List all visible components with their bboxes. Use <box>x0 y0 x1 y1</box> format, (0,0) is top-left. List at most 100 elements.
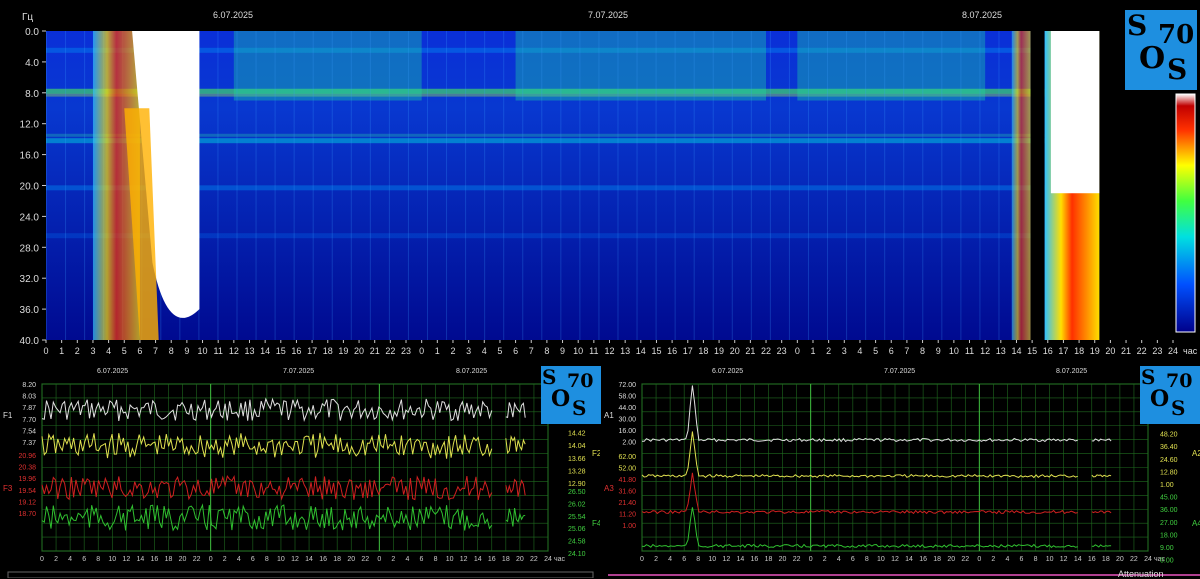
freq-right-tick-f2: 13.66 <box>568 456 586 463</box>
logo-left-s1: S <box>542 365 557 389</box>
spectrogram-streak <box>484 31 486 340</box>
amp-series-label: A3 <box>604 484 614 493</box>
logo-s1: S <box>1127 9 1148 42</box>
amp-right-tick: 36.40 <box>1160 444 1178 451</box>
amp-left-tick-a1: 72.00 <box>618 382 636 389</box>
panel-x-tick-label: 10 <box>108 556 116 563</box>
spectrogram-x-ticks: 0 1 2 3 4 5 6 7 8 9 10 11 12 13 14 15 16 17 18 19 20 21 22 23 0 1… <box>43 340 1198 356</box>
spectrogram-streak <box>369 31 371 340</box>
spectrogram-x-tick-label: 22 <box>761 346 771 356</box>
spectrogram-streak <box>426 31 428 340</box>
panel-x-tick-label: 18 <box>1102 556 1110 563</box>
spectrogram-streak <box>65 31 67 340</box>
sos70-logo-left: S 70 O S <box>541 366 601 424</box>
panel-x-tick-label: 4 <box>237 556 241 563</box>
spectrogram-x-tick-label: 14 <box>1011 346 1021 356</box>
panel-x-tick-label: 16 <box>488 556 496 563</box>
panel-x-tick-label: 2 <box>991 556 995 563</box>
spectrogram-x-tick-label: 17 <box>1058 346 1068 356</box>
spectrogram-active-segment <box>797 31 986 101</box>
panel-x-tick-label: 10 <box>708 556 716 563</box>
panel-x-tick-label: 8 <box>1034 556 1038 563</box>
spectrogram-y-tick-label: 4.0 <box>25 58 39 69</box>
amp-left-tick-a3: 1.00 <box>622 523 636 530</box>
spectrogram-x-tick-label: 23 <box>777 346 787 356</box>
spectrogram-y-tick-label: 20.0 <box>20 182 40 193</box>
panel-x-tick-label: 18 <box>933 556 941 563</box>
spectrogram-band <box>46 185 1173 191</box>
spectrogram-x-tick-label: 16 <box>667 346 677 356</box>
spectrogram-y-tick-label: 40.0 <box>20 336 40 347</box>
spectrogram-streak <box>465 31 467 340</box>
panel-x-tick-label: 22 <box>1130 556 1138 563</box>
spectrogram-streak <box>903 31 905 340</box>
freq-left-tick-f1: 7.54 <box>22 428 36 435</box>
spectrogram-x-unit: час <box>1183 346 1198 356</box>
spectrogram-x-tick-label: 8 <box>920 346 925 356</box>
panel-x-tick-label: 8 <box>96 556 100 563</box>
panel-x-tick-label: 0 <box>377 556 381 563</box>
panel-x-tick-label: 12 <box>291 556 299 563</box>
logo-left-s2: S <box>572 396 587 420</box>
freq-right-tick-f2: 13.28 <box>568 468 586 475</box>
freq-right-tick-f4: 25.54 <box>568 514 586 521</box>
freq-date-2: 7.07.2025 <box>283 368 315 375</box>
spectrogram-x-tick-label: 3 <box>842 346 847 356</box>
spectrogram-band <box>46 133 1173 137</box>
amp-series-label: A1 <box>604 411 614 420</box>
panel-x-tick-label: 10 <box>277 556 285 563</box>
panel-x-tick-label: 4 <box>68 556 72 563</box>
spectrogram-x-tick-label: 8 <box>544 346 549 356</box>
spectrogram-x-tick-label: 0 <box>419 346 424 356</box>
spectrogram-x-tick-label: 9 <box>184 346 189 356</box>
amp-right-tick: 45.00 <box>1160 495 1178 502</box>
spectrogram-streak <box>750 31 752 340</box>
panel-x-tick-label: 22 <box>193 556 201 563</box>
spectrogram-x-tick-label: 13 <box>996 346 1006 356</box>
panel-x-tick-label: 20 <box>516 556 524 563</box>
panel-x-unit: час <box>554 556 566 563</box>
spectrogram-x-tick-label: 21 <box>370 346 380 356</box>
spectrogram-x-tick-label: 6 <box>513 346 518 356</box>
freq-right-tick-f4: 25.06 <box>568 526 586 533</box>
amp-right-tick: 24.60 <box>1160 457 1178 464</box>
spectrogram-streak <box>788 31 790 340</box>
panel-x-tick-label: 14 <box>474 556 482 563</box>
spectrogram-x-tick-label: 12 <box>980 346 990 356</box>
spectrogram-streak <box>846 31 848 340</box>
spectrogram-saturated-region-late <box>1050 31 1100 194</box>
spectrogram-x-tick-label: 6 <box>889 346 894 356</box>
spectrogram-gap <box>1030 31 1045 340</box>
spectrogram-x-tick-label: 19 <box>714 346 724 356</box>
panel-x-tick-label: 4 <box>405 556 409 563</box>
spectrogram-x-tick-label: 5 <box>497 346 502 356</box>
freq-right-tick-f2: 14.42 <box>568 431 586 438</box>
spectrogram-x-tick-label: 11 <box>214 346 223 356</box>
panel-x-tick-label: 16 <box>1088 556 1096 563</box>
spectrogram-x-tick-label: 15 <box>651 346 661 356</box>
spectrogram-x-tick-label: 0 <box>795 346 800 356</box>
spectrogram-x-tick-label: 1 <box>59 346 64 356</box>
amp-left-tick-a1: 16.00 <box>618 428 636 435</box>
spectrogram-streak <box>674 31 676 340</box>
spectrogram-x-tick-label: 12 <box>229 346 239 356</box>
panel-x-tick-label: 6 <box>851 556 855 563</box>
spectrogram-streak <box>293 31 295 340</box>
panel-x-tick-label: 4 <box>668 556 672 563</box>
amp-left-tick-a3: 11.20 <box>619 512 636 519</box>
spectrogram-x-tick-label: 1 <box>810 346 815 356</box>
amp-date-3: 8.07.2025 <box>1056 368 1088 375</box>
spectrogram-x-tick-label: 22 <box>385 346 395 356</box>
panel-x-tick-label: 20 <box>347 556 355 563</box>
spectrogram-y-tick-label: 28.0 <box>20 243 40 254</box>
spectrogram-x-tick-label: 4 <box>482 346 487 356</box>
panel-x-tick-label: 8 <box>265 556 269 563</box>
spectrogram-x-tick-label: 13 <box>620 346 630 356</box>
spectrogram-x-tick-label: 2 <box>450 346 455 356</box>
panel-x-tick-label: 12 <box>460 556 468 563</box>
freq-date-1: 6.07.2025 <box>97 368 129 375</box>
amp-left-tick-a3: 31.60 <box>618 489 636 496</box>
spectrogram-active-segment <box>515 31 767 101</box>
panel-x-tick-label: 12 <box>122 556 130 563</box>
amp-left-tick-a3: 21.40 <box>618 500 636 507</box>
